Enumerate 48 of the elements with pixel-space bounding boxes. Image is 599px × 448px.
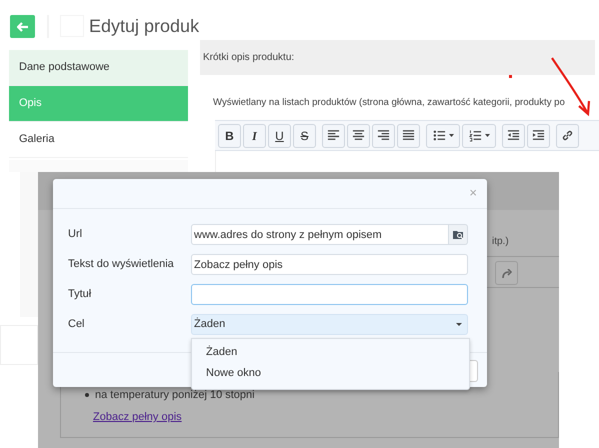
field-label: Url: [68, 227, 84, 242]
strikethrough-button[interactable]: S: [293, 124, 316, 148]
panel-background: [0, 325, 38, 365]
browse-button[interactable]: [449, 224, 468, 245]
justify-icon: [402, 129, 415, 142]
text-field[interactable]: www.adres do strony z pełnym opisem: [191, 224, 449, 245]
folder-search-icon: [452, 230, 464, 240]
justify-button[interactable]: [397, 124, 420, 148]
align-right-icon: [377, 129, 390, 142]
page-title: Edytuj produk: [89, 15, 200, 38]
field-label: Tytuł: [68, 287, 92, 302]
list-item-text: na temperatury poniżej 10 stopni: [95, 388, 255, 403]
bullet-icon: [85, 393, 89, 398]
bold-button[interactable]: B: [218, 124, 241, 148]
redo-icon: [502, 268, 512, 278]
align-left-button[interactable]: [322, 124, 345, 148]
numbered-list-icon: [468, 129, 482, 142]
dropdown-option[interactable]: Nowe okno: [192, 363, 469, 384]
arrow-left-icon: [16, 22, 28, 32]
sidebar-tab[interactable]: Dane podstawowe: [9, 50, 188, 86]
indent-button[interactable]: [527, 124, 550, 148]
bulleted-list-button[interactable]: [426, 124, 460, 148]
hint-text: Wyświetlany na listach produktów (strona główna, zawartość kategorii, produkty po: [213, 96, 565, 110]
field-label: Tekst do wyświetlenia: [68, 257, 175, 272]
align-center-icon: [352, 129, 365, 142]
align-left-icon: [327, 129, 340, 142]
dropdown-option[interactable]: Żaden: [192, 342, 469, 363]
sidebar-tab[interactable]: Galeria: [9, 122, 188, 158]
italic-button[interactable]: I: [243, 124, 266, 148]
indent-icon: [532, 129, 545, 142]
redo-button[interactable]: [495, 261, 518, 285]
link-icon: [561, 129, 574, 142]
underline-button[interactable]: U: [268, 124, 291, 148]
section-title: Krótki opis produktu:: [203, 51, 294, 65]
text-field[interactable]: [191, 284, 468, 305]
numbered-list-button[interactable]: [462, 124, 496, 148]
caret-icon: [456, 323, 462, 326]
field-label: Cel: [68, 317, 86, 332]
outdent-icon: [507, 129, 520, 142]
link-button[interactable]: [556, 124, 579, 148]
align-center-button[interactable]: [347, 124, 370, 148]
hint-text: itp.): [492, 235, 509, 249]
outdent-button[interactable]: [502, 124, 525, 148]
description-link[interactable]: Zobacz pełny opis: [93, 409, 182, 426]
text-field[interactable]: Zobacz pełny opis: [191, 254, 468, 275]
target-select[interactable]: Żaden: [191, 314, 468, 335]
align-right-button[interactable]: [372, 124, 395, 148]
bulleted-list-icon: [432, 129, 446, 142]
